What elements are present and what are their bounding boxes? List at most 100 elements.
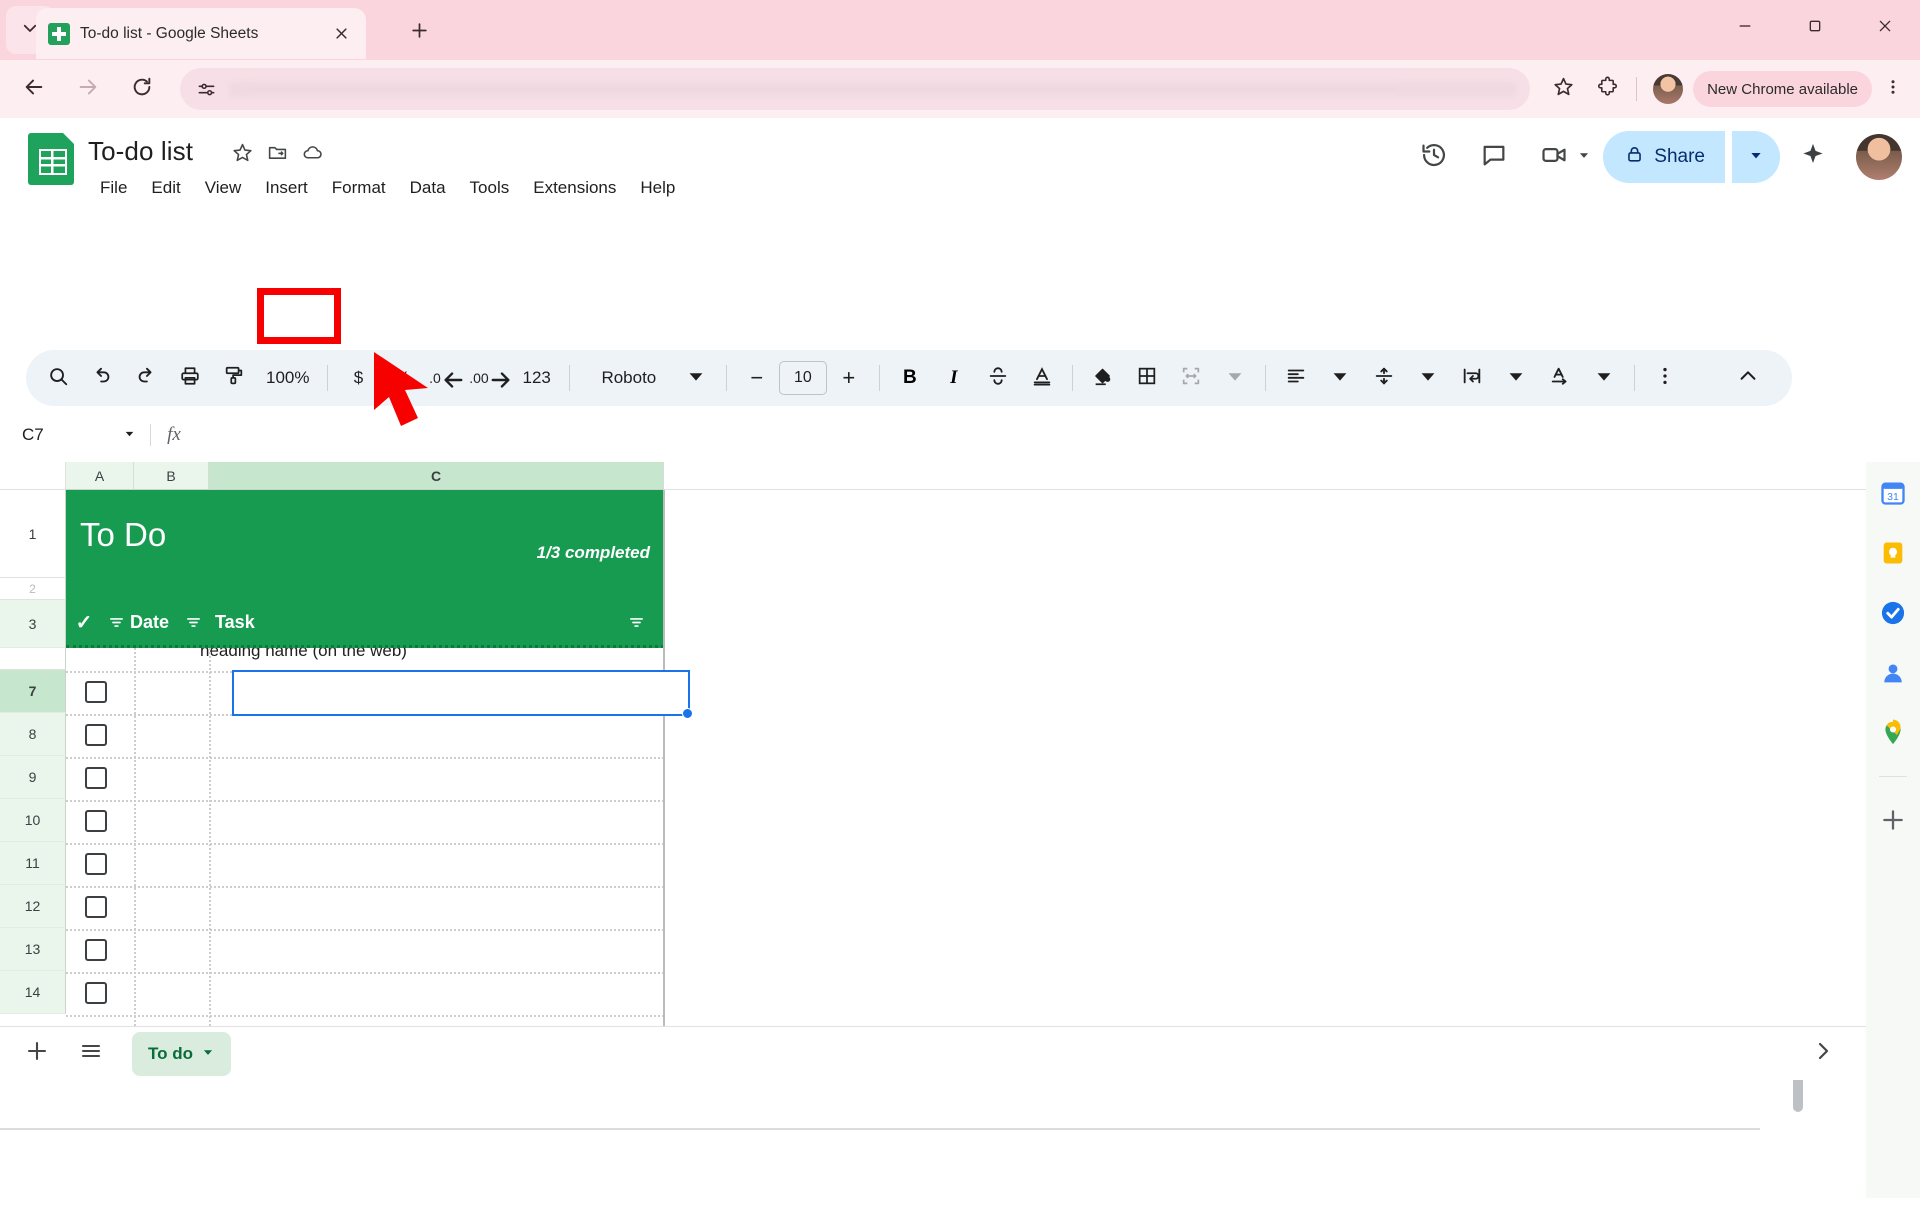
merge-cells-button[interactable] [1169,356,1213,400]
profile-avatar[interactable] [1653,74,1683,104]
row-header-10[interactable]: 10 [0,799,66,842]
column-header-b[interactable]: B [134,462,209,490]
filter-icon[interactable] [622,614,650,631]
tune-icon[interactable] [194,77,218,101]
chevron-down-icon[interactable] [123,425,136,445]
menu-insert[interactable]: Insert [253,174,320,202]
google-maps-icon[interactable] [1876,716,1910,750]
column-header-c[interactable]: C [209,462,664,490]
close-icon[interactable] [328,21,354,47]
increase-font-size-button[interactable]: + [827,356,871,400]
address-bar[interactable] [180,68,1530,110]
forward-button[interactable] [68,69,108,109]
horizontal-scrollbar-track[interactable] [0,1128,1760,1130]
version-history-button[interactable] [1407,130,1461,184]
row-header-1[interactable]: 1 [0,490,66,578]
task-checkbox[interactable] [85,982,107,1004]
task-checkbox[interactable] [85,767,107,789]
share-button[interactable]: Share [1603,131,1725,183]
paint-format-button[interactable] [212,356,256,400]
menu-edit[interactable]: Edit [139,174,192,202]
font-family-selector[interactable]: Roboto [578,356,674,400]
row-header-9[interactable]: 9 [0,756,66,799]
google-tasks-icon[interactable] [1876,596,1910,630]
text-wrapping-button[interactable] [1450,356,1494,400]
task-checkbox[interactable] [85,681,107,703]
column-header-a[interactable]: A [66,462,134,490]
increase-decimal-button[interactable]: .00 [468,356,512,400]
star-icon[interactable] [232,142,253,168]
minimize-button[interactable] [1710,0,1780,56]
gemini-button[interactable] [1786,130,1840,184]
sheet-tab-to-do[interactable]: To do [132,1032,231,1076]
merge-cells-caret[interactable] [1213,356,1257,400]
extensions-button[interactable] [1586,68,1628,110]
get-addons-plus-icon[interactable] [1876,803,1910,837]
account-avatar[interactable] [1856,134,1902,180]
move-to-folder-icon[interactable] [267,142,288,168]
new-tab-button[interactable] [402,16,436,50]
menu-help[interactable]: Help [628,174,687,202]
strikethrough-button[interactable] [976,356,1020,400]
row-header-8[interactable]: 8 [0,713,66,756]
more-toolbar-options-button[interactable] [1643,356,1687,400]
vertical-align-caret[interactable] [1406,356,1450,400]
text-wrapping-caret[interactable] [1494,356,1538,400]
all-sheets-button[interactable] [64,1027,118,1081]
text-color-button[interactable] [1020,356,1064,400]
google-contacts-icon[interactable] [1876,656,1910,690]
formula-input[interactable] [197,414,1866,456]
menu-format[interactable]: Format [320,174,398,202]
share-options-button[interactable] [1732,131,1780,183]
undo-button[interactable] [80,356,124,400]
row-header-11[interactable]: 11 [0,842,66,885]
chrome-menu-button[interactable] [1874,70,1912,108]
window-close-button[interactable] [1850,0,1920,56]
row-header-3[interactable]: 3 [0,600,66,648]
google-sheets-logo[interactable] [28,133,74,185]
bold-button[interactable]: B [888,356,932,400]
menu-file[interactable]: File [88,174,139,202]
new-chrome-available-button[interactable]: New Chrome available [1693,71,1872,107]
browser-tab[interactable]: To-do list - Google Sheets [36,8,366,59]
menu-extensions[interactable]: Extensions [521,174,628,202]
row-header-12[interactable]: 12 [0,885,66,928]
print-button[interactable] [168,356,212,400]
italic-button[interactable]: I [932,356,976,400]
filter-icon[interactable] [179,614,207,631]
more-formats-button[interactable]: 123 [512,356,560,400]
fill-color-button[interactable] [1081,356,1125,400]
row-header-2[interactable]: 2 [0,578,66,600]
collapse-toolbar-button[interactable] [1726,356,1770,400]
borders-button[interactable] [1125,356,1169,400]
vertical-align-button[interactable] [1362,356,1406,400]
menu-data[interactable]: Data [398,174,458,202]
selected-cell-c7[interactable] [232,670,690,716]
redo-button[interactable] [124,356,168,400]
text-rotation-caret[interactable] [1582,356,1626,400]
row-header-13[interactable]: 13 [0,928,66,971]
name-box[interactable]: C7 [0,414,150,456]
back-button[interactable] [14,69,54,109]
text-rotation-button[interactable] [1538,356,1582,400]
menu-view[interactable]: View [193,174,254,202]
decrease-font-size-button[interactable]: − [735,356,779,400]
task-checkbox[interactable] [85,896,107,918]
select-all-corner[interactable] [0,462,66,490]
search-button[interactable] [36,356,80,400]
row-header-7[interactable]: 7 [0,670,66,713]
task-checkbox[interactable] [85,810,107,832]
offline-cloud-icon[interactable] [302,142,323,168]
bookmark-button[interactable] [1542,68,1584,110]
horizontal-align-caret[interactable] [1318,356,1362,400]
menu-tools[interactable]: Tools [458,174,522,202]
font-family-caret[interactable] [674,356,718,400]
chevron-down-icon[interactable] [1577,148,1591,167]
meet-button[interactable] [1527,130,1581,184]
font-size-input[interactable]: 10 [779,356,827,400]
comment-button[interactable] [1467,130,1521,184]
row-header-14[interactable]: 14 [0,971,66,1014]
task-checkbox[interactable] [85,853,107,875]
row-header-clipped[interactable] [0,648,66,670]
filter-icon[interactable] [102,614,130,631]
